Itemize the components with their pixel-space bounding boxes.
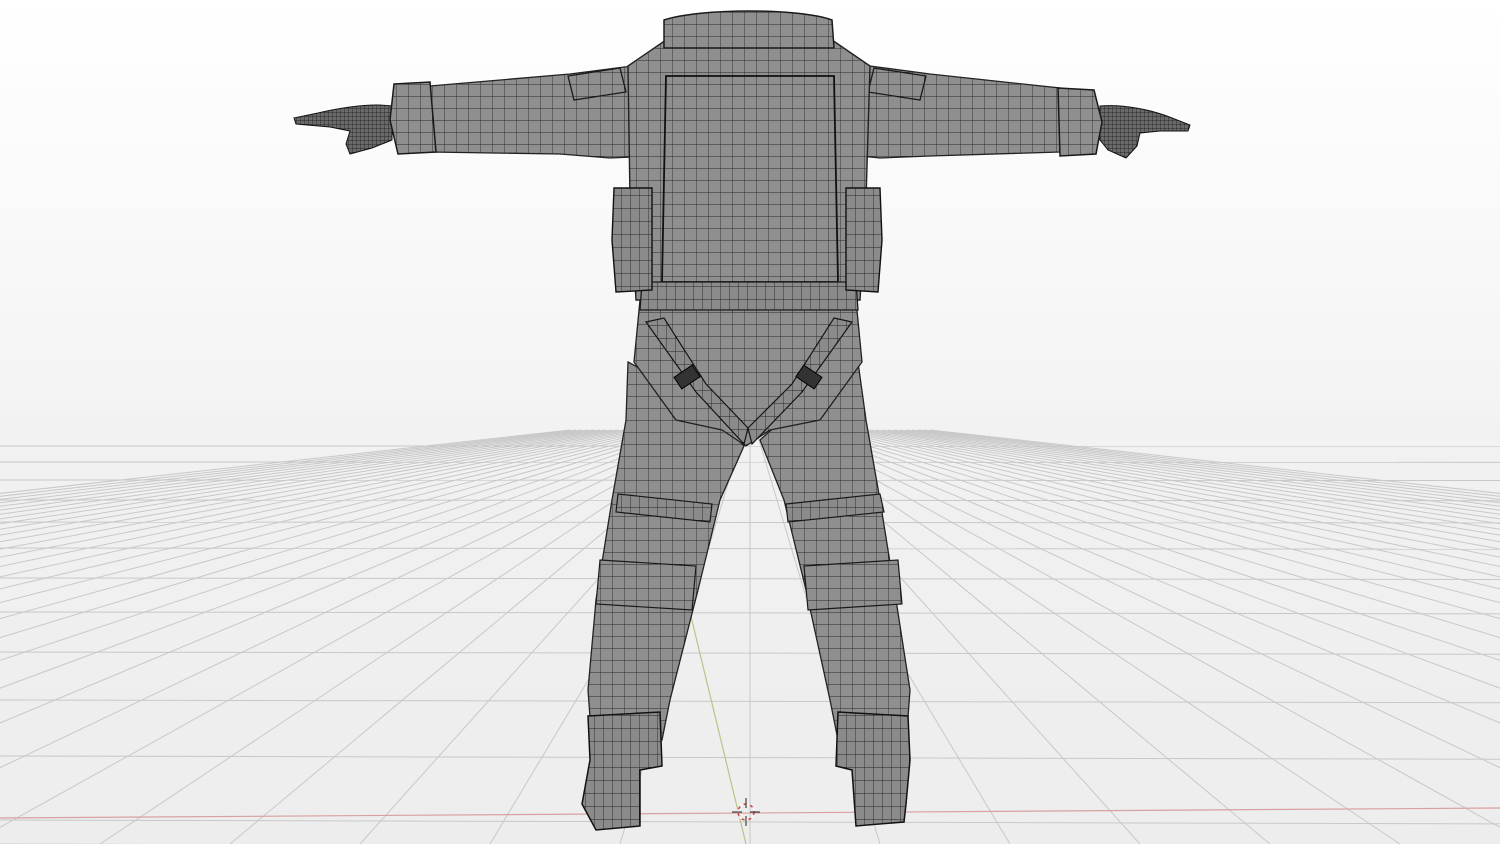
grid-line [0, 429, 673, 604]
grid-line [809, 429, 1500, 661]
character-mesh[interactable] [293, 10, 1191, 831]
y-axis-line [687, 603, 747, 844]
right-cuff-mesh [1057, 87, 1103, 157]
grid-line [821, 429, 1500, 620]
grid-line [893, 429, 1500, 515]
viewport-canvas[interactable] [0, 0, 1500, 844]
grid-line [0, 429, 601, 511]
grid-line [845, 429, 1500, 567]
grid-line [0, 429, 679, 620]
back-panel [661, 75, 839, 283]
grid-line [0, 429, 589, 504]
left-arm-mesh [429, 65, 661, 159]
right-boot-mesh [835, 711, 911, 827]
right-knee-pad [803, 559, 903, 611]
grid-line [0, 429, 607, 515]
left-pouch-mesh [611, 187, 653, 293]
grid-line [869, 429, 1500, 536]
grid-line [0, 429, 655, 567]
3d-viewport[interactable] [0, 0, 1500, 844]
right-pouch-mesh [845, 187, 883, 293]
grid-line [0, 429, 631, 536]
left-cuff-mesh [389, 81, 437, 155]
grid-line [0, 429, 637, 543]
ground-grid [0, 429, 1500, 844]
waist-band [639, 281, 859, 311]
grid-line [0, 429, 649, 558]
collar-mesh [663, 10, 835, 49]
grid-line [0, 429, 625, 530]
grid-line [863, 429, 1500, 543]
left-knee-pad [595, 559, 697, 611]
grid-line [851, 429, 1500, 558]
right-hand-mesh [1099, 105, 1191, 159]
left-hand-mesh [293, 104, 393, 155]
left-boot-mesh [581, 711, 663, 831]
grid-line [899, 429, 1500, 511]
grid-line [911, 429, 1500, 504]
grid-line [875, 429, 1500, 530]
grid-line [827, 429, 1500, 604]
